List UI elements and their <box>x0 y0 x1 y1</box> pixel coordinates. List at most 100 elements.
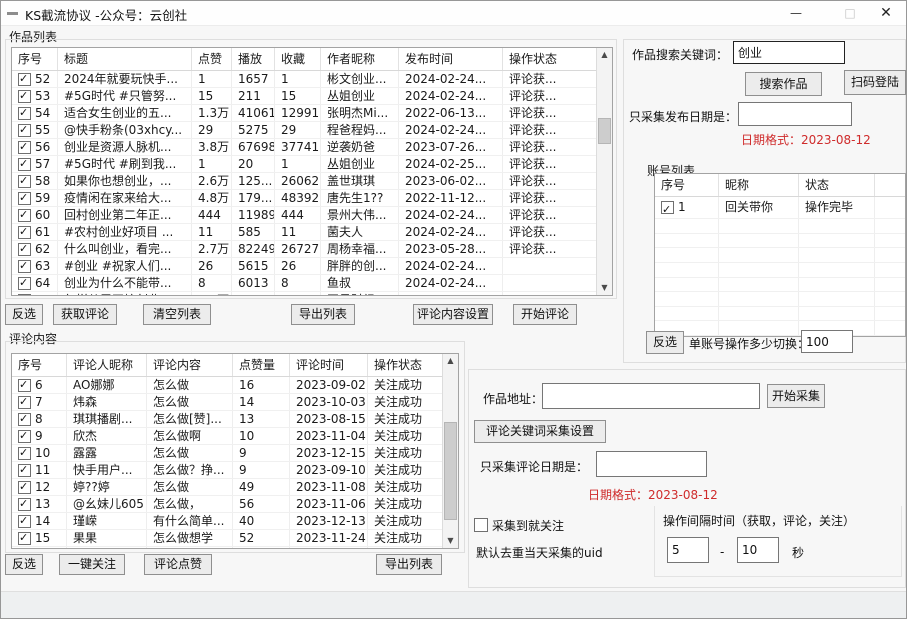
row-checkbox[interactable] <box>18 379 31 392</box>
minimize-button[interactable]: — <box>783 3 809 23</box>
row-checkbox[interactable] <box>18 464 31 477</box>
table-row[interactable]: 59疫情闲在家来给大...4.8万179...48392唐先生1??2022-1… <box>12 190 596 207</box>
app-window: KS截流协议 -公众号：云创社 — □ ✕ 作品列表 序号标题点赞播放收藏作者昵… <box>0 0 907 619</box>
publish-date-input[interactable] <box>738 102 852 126</box>
scroll-down-icon[interactable]: ▼ <box>443 534 458 548</box>
table-row[interactable]: 62什么叫创业，看完...2.7万82249826727周杨幸福...2023-… <box>12 241 596 258</box>
start-comment-button[interactable]: 开始评论 <box>513 304 577 325</box>
interval-min-input[interactable] <box>667 537 709 563</box>
row-checkbox[interactable] <box>18 515 31 528</box>
row-checkbox[interactable] <box>661 201 674 214</box>
table-row[interactable]: 65怎样从零开始创业...2.1万67474020621网易财经2022-12-… <box>12 292 596 295</box>
row-checkbox[interactable] <box>18 294 31 296</box>
table-row[interactable]: 12婷??婷怎么做492023-11-08...关注成功 <box>12 479 442 496</box>
scroll-thumb[interactable] <box>598 118 611 144</box>
comment-keyword-setting-button[interactable]: 评论关键词采集设置 <box>474 420 606 443</box>
work-url-input[interactable] <box>542 383 760 409</box>
scroll-down-icon[interactable]: ▼ <box>597 281 612 295</box>
row-checkbox[interactable] <box>18 124 31 137</box>
row-checkbox[interactable] <box>18 260 31 273</box>
maximize-button[interactable]: □ <box>837 3 863 23</box>
table-row[interactable]: 64创业为什么不能带...860138鱼叔2024-02-24... <box>12 275 596 292</box>
row-checkbox[interactable] <box>18 277 31 290</box>
row-checkbox[interactable] <box>18 192 31 205</box>
row-checkbox[interactable] <box>18 243 31 256</box>
comments-invert-select-button[interactable]: 反选 <box>5 554 43 575</box>
table-row[interactable]: 1回关带你操作完毕 <box>655 197 905 219</box>
table-row[interactable]: 6AO娜娜怎么做162023-09-02...关注成功 <box>12 377 442 394</box>
comments-vertical-scrollbar[interactable]: ▲ ▼ <box>442 354 458 548</box>
row-checkbox[interactable] <box>18 430 31 443</box>
cell-comment: 怎么做 <box>147 394 233 410</box>
row-checkbox[interactable] <box>18 498 31 511</box>
works-export-list-button[interactable]: 导出列表 <box>291 304 355 325</box>
scroll-up-icon[interactable]: ▲ <box>597 48 612 62</box>
row-checkbox[interactable] <box>18 549 31 550</box>
row-checkbox[interactable] <box>18 447 31 460</box>
table-row[interactable]: 58如果你也想创业，...2.6万125...26062盖世琪琪2023-06-… <box>12 173 596 190</box>
works-vertical-scrollbar[interactable]: ▲ ▼ <box>596 48 612 295</box>
row-checkbox[interactable] <box>18 175 31 188</box>
follow-on-collect-checkbox[interactable] <box>474 518 488 532</box>
table-row[interactable]: 14瑾嵘有什么简单...402023-12-13...关注成功 <box>12 513 442 530</box>
search-works-button[interactable]: 搜索作品 <box>745 72 822 96</box>
scroll-up-icon[interactable]: ▲ <box>443 354 458 368</box>
interval-max-input[interactable] <box>737 537 779 563</box>
comment-like-button[interactable]: 评论点赞 <box>144 554 212 575</box>
table-row[interactable]: 7炜森怎么做142023-10-03...关注成功 <box>12 394 442 411</box>
scroll-thumb[interactable] <box>444 422 457 520</box>
table-row[interactable]: 9欣杰怎么做啊102023-11-04...关注成功 <box>12 428 442 445</box>
row-checkbox[interactable] <box>18 141 31 154</box>
cell-likes: 16 <box>233 377 290 393</box>
row-checkbox[interactable] <box>18 481 31 494</box>
table-row[interactable]: 61#农村创业好项目 ...1158511菌夫人2024-02-24...评论获… <box>12 224 596 241</box>
row-checkbox[interactable] <box>18 209 31 222</box>
table-row[interactable]: 13@幺妹儿605怎么做，562023-11-06...关注成功 <box>12 496 442 513</box>
accounts-invert-select-button[interactable]: 反选 <box>646 331 684 354</box>
start-collect-button[interactable]: 开始采集 <box>767 384 825 408</box>
row-checkbox[interactable] <box>18 107 31 120</box>
table-row[interactable]: 56创业是资源人脉机...3.8万67698037741逆袭奶爸2023-07-… <box>12 139 596 156</box>
one-key-follow-button[interactable]: 一键关注 <box>59 554 125 575</box>
cell-plays: 20 <box>232 156 275 172</box>
cell-nick: 婷??婷 <box>67 479 147 495</box>
cell-id: 12 <box>35 479 50 495</box>
scan-login-button[interactable]: 扫码登陆 <box>844 70 906 95</box>
comment-content-setting-button[interactable]: 评论内容设置 <box>413 304 493 325</box>
get-comments-button[interactable]: 获取评论 <box>53 304 117 325</box>
cell-status: 关注成功 <box>368 428 442 444</box>
table-row[interactable]: 15果果怎么做想学522023-11-24...关注成功 <box>12 530 442 547</box>
follow-on-collect-label: 采集到就关注 <box>492 517 564 534</box>
cell-id: 65 <box>12 292 58 295</box>
table-row[interactable]: 60回村创业第二年正...444119895444景州大伟...2024-02-… <box>12 207 596 224</box>
row-checkbox[interactable] <box>18 532 31 545</box>
comments-export-list-button[interactable]: 导出列表 <box>376 554 442 575</box>
cell-id: 53 <box>12 88 58 104</box>
table-row[interactable]: 55@快手粉条(03xhcy...29527529程爸程妈...2024-02-… <box>12 122 596 139</box>
clear-list-button[interactable]: 清空列表 <box>143 304 211 325</box>
table-row[interactable]: 53#5G时代 #只管努...1521115丛姐创业2024-02-24...评… <box>12 88 596 105</box>
table-row[interactable]: 10露露怎么做92023-12-15...关注成功 <box>12 445 442 462</box>
cell-empty <box>655 292 719 306</box>
row-checkbox[interactable] <box>18 158 31 171</box>
table-row[interactable]: 57#5G时代 #刷到我...1201丛姐创业2024-02-25...评论获.… <box>12 156 596 173</box>
row-checkbox[interactable] <box>18 396 31 409</box>
search-keyword-input[interactable] <box>733 41 845 64</box>
table-row[interactable]: 11快手用户...怎么做？挣...92023-09-10...关注成功 <box>12 462 442 479</box>
table-row[interactable]: 54适合女生创业的五...1.3万41061212991张明杰Mi...2022… <box>12 105 596 122</box>
row-checkbox[interactable] <box>18 413 31 426</box>
close-button[interactable]: ✕ <box>873 3 899 23</box>
row-checkbox[interactable] <box>18 73 31 86</box>
table-row[interactable]: 16简凤倩怎么做842024-01-07...关注成功 <box>12 547 442 549</box>
comment-date-input[interactable] <box>596 451 707 477</box>
account-switch-input[interactable] <box>801 330 853 353</box>
cell-id: 62 <box>12 241 58 257</box>
row-checkbox[interactable] <box>18 226 31 239</box>
works-invert-select-button[interactable]: 反选 <box>5 304 43 325</box>
row-checkbox[interactable] <box>18 90 31 103</box>
table-row[interactable]: 63#创业 #祝家人们...26561526胖胖的创...2024-02-24.… <box>12 258 596 275</box>
column-header: 评论人昵称 <box>67 354 147 376</box>
cell-empty <box>655 263 719 277</box>
table-row[interactable]: 8琪琪播剧...怎么做[赞]...132023-08-15...关注成功 <box>12 411 442 428</box>
table-row[interactable]: 522024年就要玩快手...116571彬文创业...2024-02-24..… <box>12 71 596 88</box>
